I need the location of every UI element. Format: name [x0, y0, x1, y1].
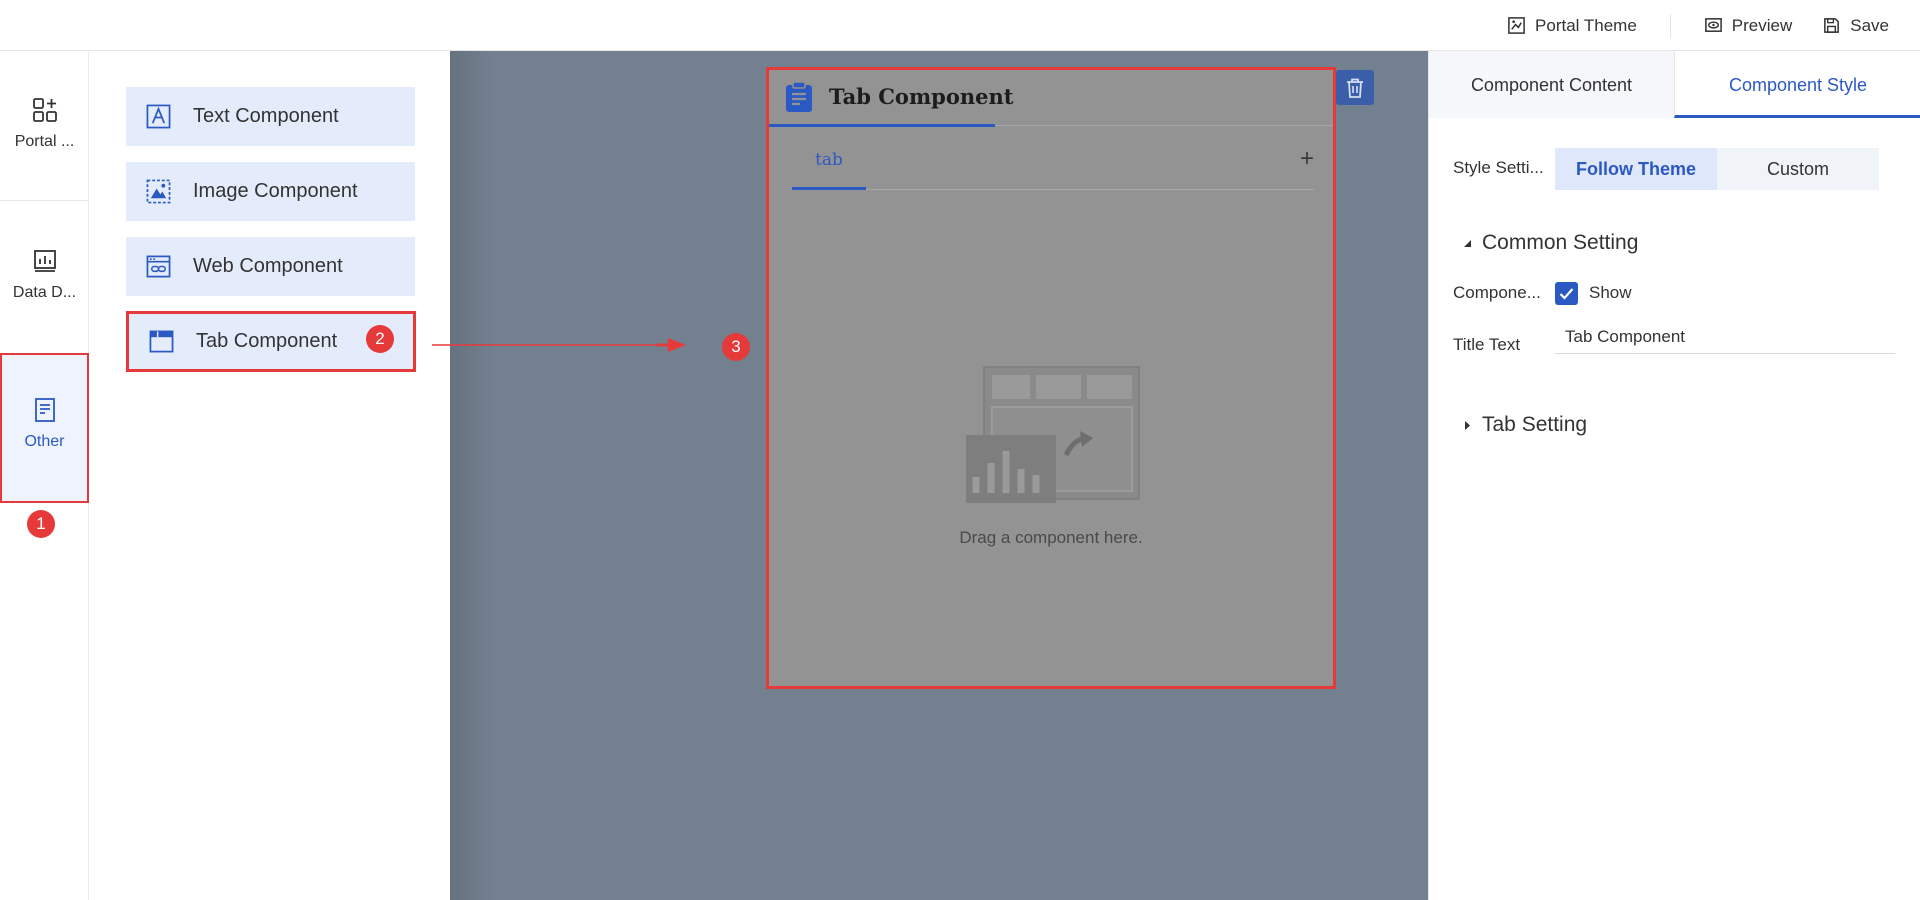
- drag-arrow: [432, 338, 686, 352]
- properties-tabs: Component Content Component Style: [1429, 51, 1920, 118]
- preview-label: Preview: [1731, 15, 1793, 35]
- rail-divider: [0, 200, 88, 201]
- web-component-button[interactable]: Web Component: [126, 237, 415, 296]
- top-actions: Portal Theme Preview Save: [1492, 0, 1904, 51]
- style-setting-toggle: Follow Theme Custom: [1555, 148, 1879, 190]
- style-setting-label: Style Setti...: [1453, 158, 1544, 177]
- caret-expanded-icon: [1464, 239, 1471, 247]
- tab-component-card[interactable]: Tab Component tab + Drag a component her…: [766, 67, 1336, 689]
- save-button[interactable]: Save: [1807, 16, 1904, 36]
- follow-theme-option[interactable]: Follow Theme: [1555, 148, 1717, 190]
- step-badge-1: 1: [27, 510, 55, 538]
- check-icon: [1559, 288, 1574, 300]
- component-label: Tab Component: [196, 330, 338, 352]
- left-rail: Portal ... Data D... Other 1: [0, 51, 89, 900]
- rail-item-portal[interactable]: Portal ...: [0, 97, 89, 151]
- show-label: Show: [1589, 283, 1632, 302]
- card-title-underline: [769, 124, 995, 127]
- clipboard-icon: [786, 81, 812, 112]
- empty-state-illustration: [966, 366, 1140, 503]
- card-header: Tab Component: [769, 70, 1333, 127]
- trash-icon: [1347, 78, 1363, 98]
- component-visibility-label: Compone...: [1453, 283, 1541, 302]
- rail-item-label: Data D...: [12, 284, 77, 301]
- theme-icon: [1508, 17, 1525, 34]
- web-icon: [146, 255, 171, 278]
- apps-add-icon: [32, 98, 57, 122]
- card-title: Tab Component: [829, 84, 1014, 109]
- image-component-button[interactable]: Image Component: [126, 162, 415, 221]
- portal-theme-label: Portal Theme: [1535, 15, 1637, 35]
- custom-option[interactable]: Custom: [1717, 148, 1879, 190]
- document-icon: [34, 398, 55, 422]
- title-text-input[interactable]: [1555, 320, 1895, 354]
- rail-item-label: Portal ...: [14, 133, 75, 150]
- save-icon: [1824, 18, 1840, 33]
- canvas-shadow: [450, 51, 494, 900]
- section-label: Tab Setting: [1482, 413, 1588, 436]
- empty-state-text: Drag a component here.: [959, 528, 1143, 547]
- tab-component-content[interactable]: Component Content: [1429, 51, 1674, 118]
- tab-tab[interactable]: tab: [792, 135, 866, 190]
- text-icon: [146, 104, 171, 129]
- top-divider: [1669, 13, 1671, 38]
- portal-theme-button[interactable]: Portal Theme: [1492, 16, 1652, 36]
- show-checkbox[interactable]: [1555, 282, 1578, 305]
- tab-setting-section[interactable]: Tab Setting: [1463, 413, 1587, 437]
- save-label: Save: [1850, 15, 1889, 35]
- delete-component-button[interactable]: [1336, 70, 1374, 105]
- image-icon: [146, 179, 171, 204]
- tab-icon: [149, 330, 174, 353]
- step-badge-3: 3: [722, 333, 750, 361]
- component-panel: Text Component Image Component Web Compo…: [89, 51, 450, 900]
- rail-item-other[interactable]: Other: [0, 353, 89, 503]
- caret-right-icon: [1465, 420, 1470, 430]
- step-badge-2: 2: [366, 325, 394, 353]
- component-label: Text Component: [193, 105, 339, 127]
- rail-item-label: Other: [24, 433, 65, 450]
- preview-button[interactable]: Preview: [1689, 16, 1807, 36]
- rail-item-data[interactable]: Data D...: [0, 248, 89, 302]
- tab-component-style[interactable]: Component Style: [1674, 51, 1920, 118]
- properties-panel: Component Content Component Style Style …: [1428, 51, 1920, 900]
- component-label: Image Component: [193, 180, 358, 202]
- common-setting-section[interactable]: Common Setting: [1463, 231, 1638, 255]
- text-component-button[interactable]: Text Component: [126, 87, 415, 146]
- top-bar: Portal Theme Preview Save: [0, 0, 1920, 51]
- tab-bar: tab +: [792, 135, 1314, 190]
- add-tab-button[interactable]: +: [1300, 145, 1314, 173]
- chart-board-icon: [33, 250, 56, 272]
- title-text-label: Title Text: [1453, 335, 1521, 354]
- section-label: Common Setting: [1482, 231, 1639, 254]
- component-label: Web Component: [193, 255, 343, 277]
- preview-icon: [1704, 18, 1722, 32]
